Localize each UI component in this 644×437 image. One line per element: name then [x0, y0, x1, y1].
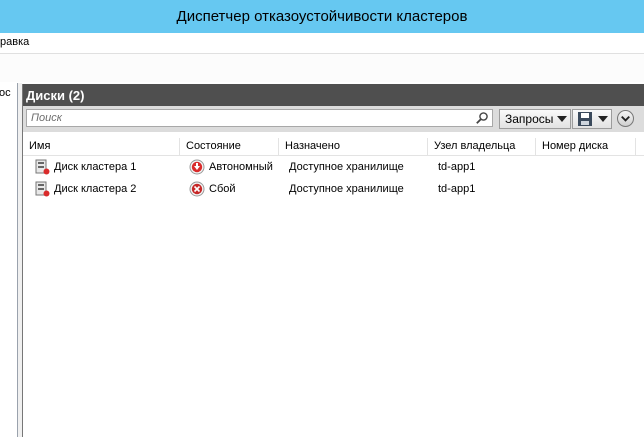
window-titlebar: Диспетчер отказоустойчивости кластеров [0, 0, 644, 33]
column-header-assigned[interactable]: Назначено [279, 138, 428, 155]
menu-item-help[interactable]: равка [0, 36, 29, 48]
table-row[interactable]: Диск кластера 1 Автономный Доступное хра… [23, 157, 644, 178]
panel-title: Диски (2) [26, 88, 85, 103]
row-owner: td-app1 [438, 183, 476, 195]
column-header-owner[interactable]: Узел владельца [428, 138, 536, 155]
cluster-disk-icon [35, 159, 50, 175]
search-icon[interactable] [475, 111, 489, 125]
chevron-down-icon [557, 116, 567, 122]
column-header-disk-number[interactable]: Номер диска [536, 138, 636, 155]
failed-x-icon [189, 181, 205, 197]
save-query-button[interactable] [572, 109, 612, 129]
table-header: Имя Состояние Назначено Узел владельца Н… [23, 138, 644, 156]
queries-button[interactable]: Запросы [499, 109, 571, 129]
chevron-down-icon [621, 115, 630, 122]
row-assigned: Доступное хранилище [289, 161, 404, 173]
disks-panel: Диски (2) Запросы [22, 84, 644, 437]
row-name: Диск кластера 1 [54, 161, 137, 173]
search-box [26, 109, 493, 127]
row-name: Диск кластера 2 [54, 183, 137, 195]
save-icon [578, 112, 592, 126]
offline-arrow-icon [189, 159, 205, 175]
column-header-name[interactable]: Имя [23, 138, 180, 155]
row-owner: td-app1 [438, 161, 476, 173]
table-row[interactable]: Диск кластера 2 Сбой Доступное хранилище… [23, 179, 644, 200]
window-title: Диспетчер отказоустойчивости кластеров [176, 8, 468, 25]
queries-button-label: Запросы [505, 112, 554, 126]
navigation-pane-label[interactable]: ос [0, 87, 11, 99]
toolbar-area [0, 54, 644, 82]
panel-header: Диски (2) [23, 84, 644, 106]
navigation-pane: ос [0, 83, 18, 437]
row-status: Автономный [209, 161, 273, 173]
column-header-status[interactable]: Состояние [180, 138, 279, 155]
row-status: Сбой [209, 183, 236, 195]
search-input[interactable] [29, 110, 473, 126]
row-assigned: Доступное хранилище [289, 183, 404, 195]
search-bar: Запросы [23, 106, 644, 132]
chevron-down-icon [598, 116, 608, 122]
menu-bar: равка [0, 33, 644, 54]
collapse-toggle-button[interactable] [617, 110, 634, 127]
cluster-disk-icon [35, 181, 50, 197]
